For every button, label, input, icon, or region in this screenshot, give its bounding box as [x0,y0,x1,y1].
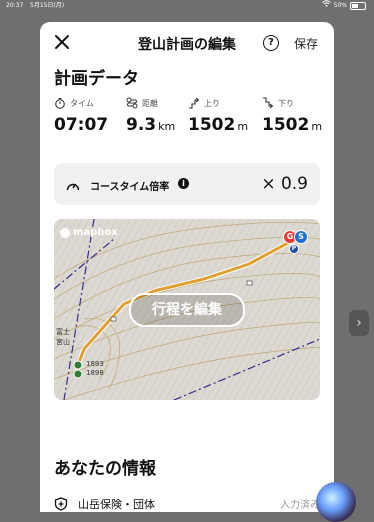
battery-icon [350,2,366,10]
stat-value: 1502 [188,115,236,135]
stat-value: 07:07 [54,115,109,135]
status-date: 5月15日(月) [30,2,65,9]
stat-distance: 距離 9.3 km [126,97,175,135]
route-map[interactable]: mapbox 富士 宮山 1893 1898 G S P 行程を編集 [54,219,320,400]
side-chevron-right-icon[interactable]: › [349,310,369,336]
wifi-icon [321,0,331,12]
nav-bar: 登山計画の編集 ? 保存 [40,22,334,66]
mapbox-logo: mapbox [60,227,118,238]
help-button[interactable]: ? [263,35,279,51]
your-info-title: あなたの情報 [54,459,156,479]
elevation-label: 1893 [86,360,104,368]
page-title: 登山計画の編集 [138,37,236,53]
course-time-label: コースタイム倍率 [90,182,170,193]
insurance-status: 入力済み [280,500,320,511]
stat-descent: 下り 1502 m [262,97,322,135]
stat-label: 距離 [142,98,158,108]
battery-percent: 50% [333,2,347,9]
stat-ascent: 上り 1502 m [188,97,248,135]
stat-label: 下り [278,98,294,108]
info-icon[interactable]: i [178,178,189,189]
stat-label: タイム [70,98,94,108]
parking-marker[interactable]: P [289,244,299,254]
status-bar: 20:37 5月15日(月) 50% [0,0,374,12]
place-label: 宮山 [56,338,70,346]
start-marker[interactable]: S [294,230,308,244]
elevation-label: 1898 [86,369,104,377]
edit-plan-sheet: 登山計画の編集 ? 保存 計画データ タイム 07:07 距離 9.3 km 上… [40,22,334,512]
status-right: 50% [321,0,366,12]
stat-unit: m [311,120,323,133]
ascent-icon [189,97,200,109]
stat-unit: m [237,120,249,133]
insurance-label: 山岳保険・団体 [78,498,155,511]
stat-label: 上り [204,98,220,108]
status-time: 20:37 [6,2,24,9]
course-time-value: × 0.9 [261,174,308,194]
place-label: 富士 [56,328,70,336]
distance-icon [126,97,138,109]
stopwatch-icon [55,97,65,109]
edit-route-button[interactable]: 行程を編集 [129,293,245,327]
stat-value: 9.3 [126,115,157,135]
descent-icon [263,97,274,109]
stat-time: タイム 07:07 [54,97,108,135]
stat-unit: km [158,120,176,133]
stat-value: 1502 [262,115,310,135]
shield-icon [54,496,68,512]
save-button[interactable]: 保存 [294,35,318,52]
siri-orb-icon[interactable] [316,482,356,522]
course-time-ratio-row[interactable]: コースタイム倍率 i × 0.9 [54,163,320,205]
speedometer-icon [66,177,80,196]
plan-data-title: 計画データ [54,69,139,89]
insurance-row[interactable]: 山岳保険・団体 入力済み [54,494,320,512]
